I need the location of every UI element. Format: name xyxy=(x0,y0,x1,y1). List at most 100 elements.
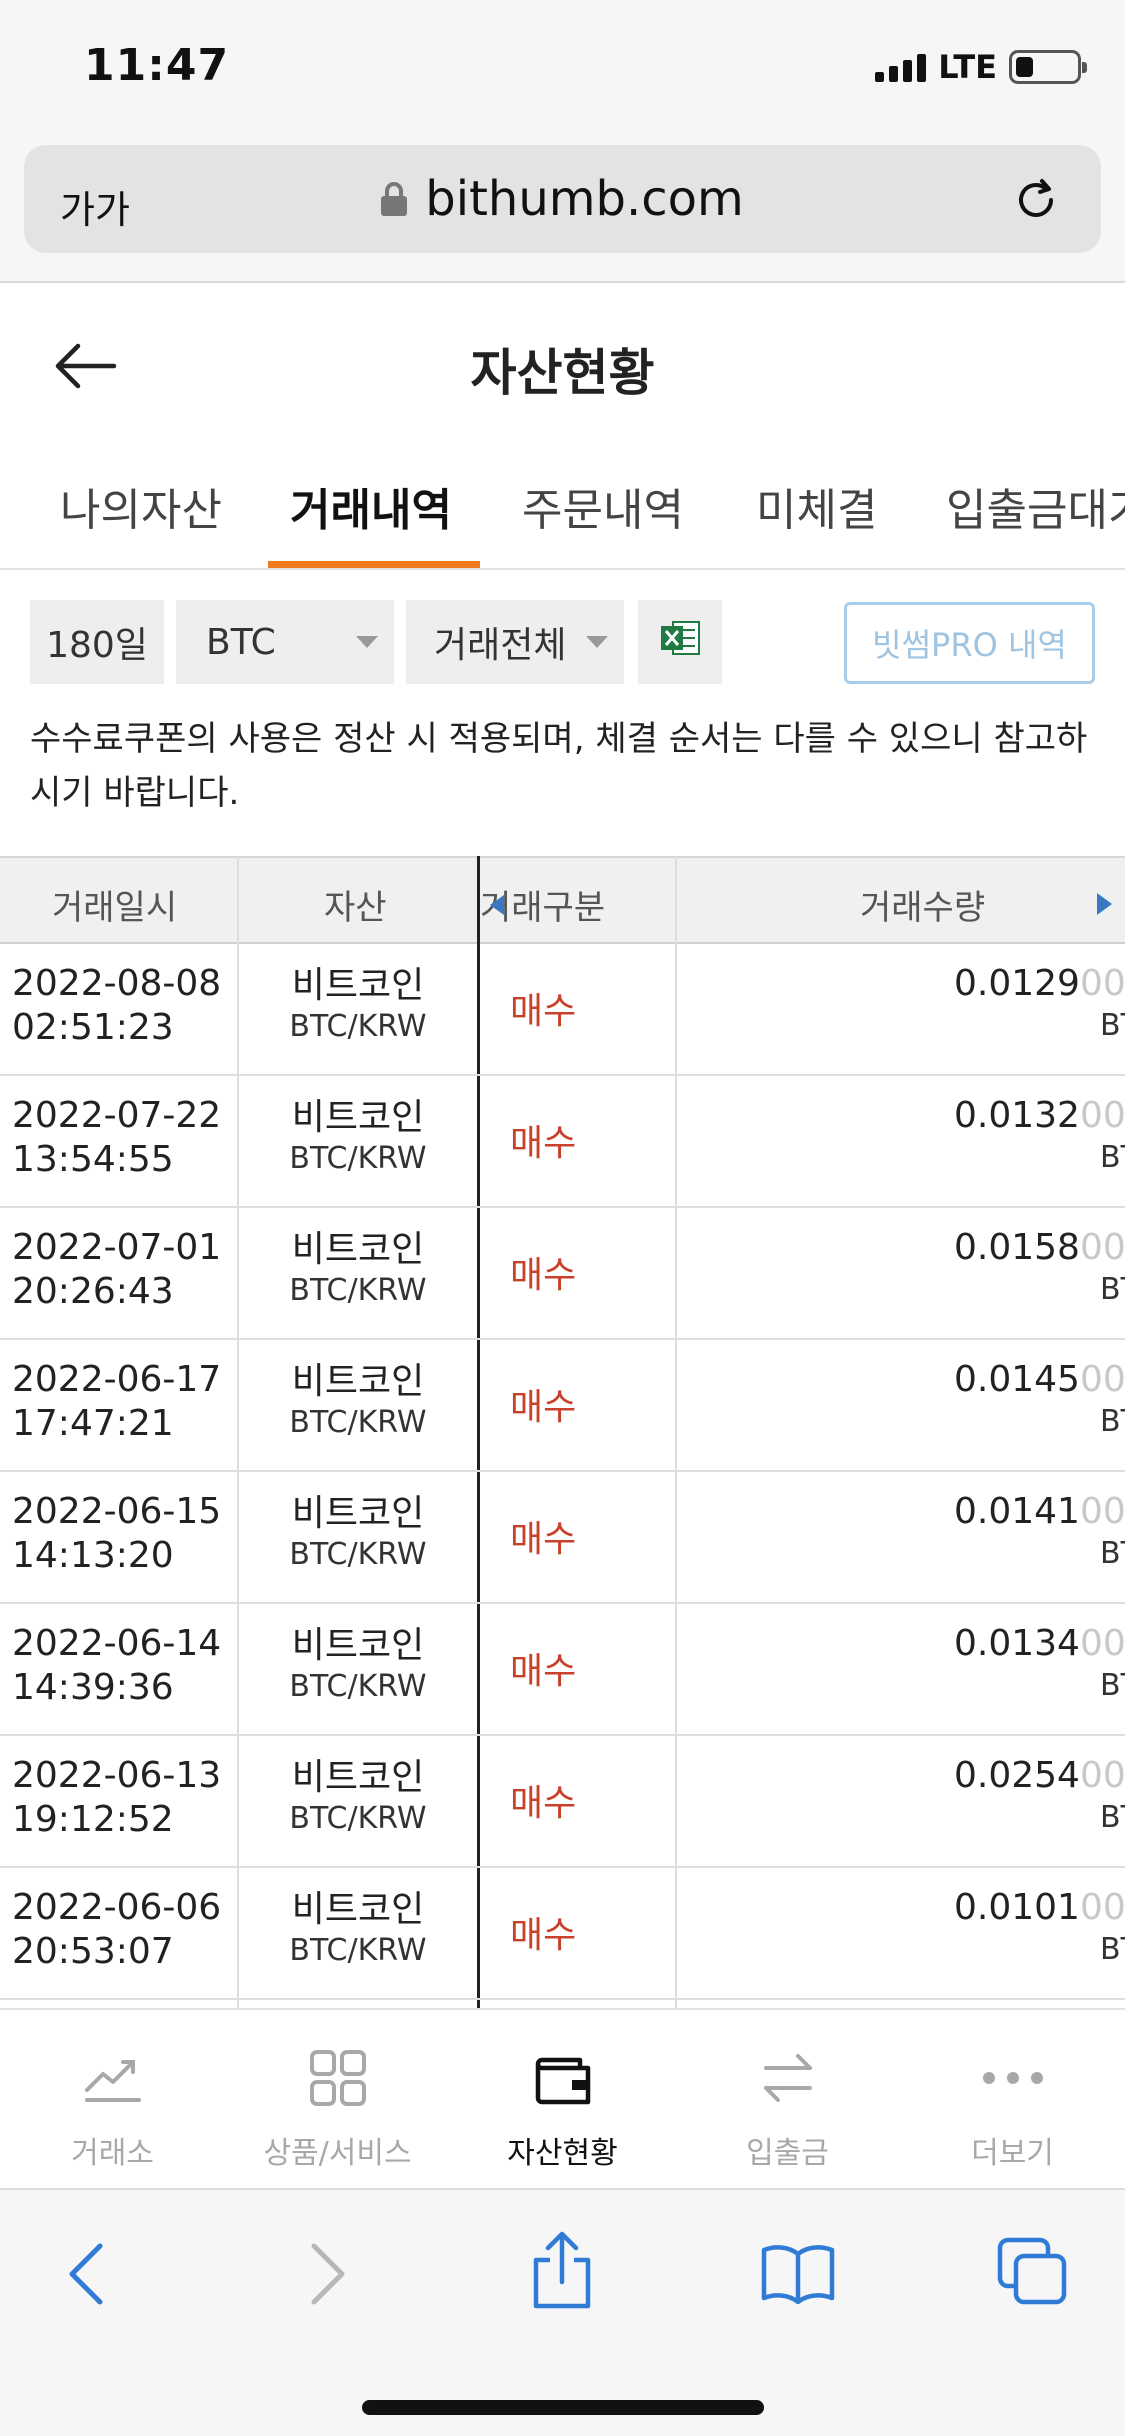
nav-exchange-label: 거래소 xyxy=(71,2136,154,2171)
browser-toolbar xyxy=(0,2188,1125,2436)
asset-pair: BTC/KRW xyxy=(289,1141,427,1176)
table-row[interactable]: 2022-07-2213:54:55비트코인BTC/KRW매수0.0132000… xyxy=(0,1076,1125,1208)
trade-type-select[interactable]: 거래전체 xyxy=(406,600,624,684)
address-bar[interactable]: 가가 bithumb.com xyxy=(24,145,1101,253)
trade-datetime: 2022-07-22 13:54:55 xyxy=(12,1094,221,1182)
tab-deposit-withdraw-pending[interactable]: 입출금대기 xyxy=(946,474,1125,538)
trade-time: 17:47:21 xyxy=(12,1403,174,1444)
nav-exchange[interactable]: 거래소 xyxy=(0,2046,225,2172)
asset-pair: BTC/KRW xyxy=(289,1669,427,1704)
home-indicator xyxy=(362,2400,764,2415)
quantity-trailing-zeros: 000 xyxy=(1079,1095,1125,1136)
trade-quantity: 0.0145000 xyxy=(954,1358,1125,1402)
asset-pair: BTC/KRW xyxy=(289,1933,427,1968)
trade-asset: 비트코인 BTC/KRW xyxy=(238,1492,478,1574)
quantity-trailing-zeros: 000 xyxy=(1079,1623,1125,1664)
tabs-icon[interactable] xyxy=(996,2236,1068,2310)
asset-pair: BTC/KRW xyxy=(289,1009,427,1044)
trade-time: 20:53:07 xyxy=(12,1931,174,1972)
scroll-right-icon[interactable] xyxy=(1097,893,1112,915)
browser-back-icon[interactable] xyxy=(66,2242,106,2310)
trade-time: 13:54:55 xyxy=(12,1139,174,1180)
trade-quantity: 0.0158000 xyxy=(954,1226,1125,1270)
nav-assets[interactable]: 자산현황 xyxy=(450,2046,675,2172)
more-dots-icon xyxy=(900,2046,1125,2110)
trade-datetime: 2022-06-14 14:39:36 xyxy=(12,1622,221,1710)
table-row[interactable]: 2022-06-1514:13:20비트코인BTC/KRW매수0.0141000… xyxy=(0,1472,1125,1604)
trade-type: 매수 xyxy=(510,1651,577,1692)
trade-date: 2022-06-06 xyxy=(12,1887,222,1928)
chevron-down-icon xyxy=(586,636,608,648)
trade-asset: 비트코인 BTC/KRW xyxy=(238,1096,478,1178)
scroll-left-icon[interactable] xyxy=(490,895,504,915)
trade-time: 02:51:23 xyxy=(12,1007,174,1048)
trade-asset: 비트코인 BTC/KRW xyxy=(238,964,478,1046)
quantity-trailing-zeros: 000 xyxy=(1079,1491,1125,1532)
trade-date: 2022-07-22 xyxy=(12,1095,222,1136)
share-icon[interactable] xyxy=(530,2230,594,2314)
battery-icon xyxy=(1009,50,1087,84)
nav-deposit-withdraw[interactable]: 입출금 xyxy=(675,2046,900,2172)
url-display[interactable]: bithumb.com xyxy=(24,171,1101,227)
asset-name: 비트코인 xyxy=(291,965,425,1006)
wallet-icon xyxy=(450,2046,675,2110)
quantity-unit: BT xyxy=(1100,1008,1125,1043)
trade-type: 매수 xyxy=(510,1387,577,1428)
table-row[interactable]: 2022-07-0120:26:43비트코인BTC/KRW매수0.0158000… xyxy=(0,1208,1125,1340)
trade-datetime: 2022-06-06 20:53:07 xyxy=(12,1886,221,1974)
trade-time: 19:12:52 xyxy=(12,1799,174,1840)
tab-trade-history[interactable]: 거래내역 xyxy=(290,474,452,538)
battery-level xyxy=(1016,57,1034,77)
trade-datetime: 2022-06-15 14:13:20 xyxy=(12,1490,221,1578)
quantity-trailing-zeros: 000 xyxy=(1079,1227,1125,1268)
trade-type: 매수 xyxy=(510,1255,577,1296)
filter-bar: 180일 BTC 거래전체 빗썸PRO 내역 xyxy=(0,600,1125,686)
table-row[interactable]: 2022-06-1319:12:52비트코인BTC/KRW매수0.0254000… xyxy=(0,1736,1125,1868)
coin-select[interactable]: BTC xyxy=(176,600,394,684)
table-header: 거래일시 자산 거래구분 거래수량 xyxy=(0,856,1125,944)
trade-quantity: 0.0129000 xyxy=(954,962,1125,1006)
browser-forward-icon[interactable] xyxy=(308,2242,348,2310)
asset-name: 비트코인 xyxy=(291,1229,425,1270)
bithumb-pro-history-button[interactable]: 빗썸PRO 내역 xyxy=(844,602,1095,684)
bookmarks-icon[interactable] xyxy=(760,2242,836,2308)
quantity-value: 0.0129 xyxy=(954,963,1080,1004)
trade-asset: 비트코인 BTC/KRW xyxy=(238,1360,478,1442)
table-row[interactable]: 2022-06-0620:53:07비트코인BTC/KRW매수0.0101000… xyxy=(0,1868,1125,2000)
table-row[interactable]: 2022-06-1414:39:36 비트코인BTC/KRW 매수 0.0134000… xyxy=(0,1604,1125,1736)
tab-order-history[interactable]: 주문내역 xyxy=(522,474,684,538)
trade-type: 매수 xyxy=(510,1123,577,1164)
signal-icon xyxy=(875,52,927,82)
nav-assets-label: 자산현황 xyxy=(507,2136,618,2171)
quantity-value: 0.0101 xyxy=(954,1887,1080,1928)
nav-products-label: 상품/서비스 xyxy=(263,2136,412,2171)
chevron-down-icon xyxy=(356,636,378,648)
table-row[interactable]: 2022-08-0802:51:23비트코인BTC/KRW매수0.0129000… xyxy=(0,944,1125,1076)
tab-unfilled[interactable]: 미체결 xyxy=(756,474,877,538)
reload-icon[interactable] xyxy=(1011,175,1061,229)
trade-type: 매수 xyxy=(510,1519,577,1560)
nav-products[interactable]: 상품/서비스 xyxy=(225,2046,450,2172)
fee-coupon-notice: 수수료쿠폰의 사용은 정산 시 적용되며, 체결 순서는 다를 수 있으니 참고… xyxy=(30,719,1088,813)
asset-name: 비트코인 xyxy=(291,1361,425,1402)
asset-pair: BTC/KRW xyxy=(289,1537,427,1572)
trade-type: 매수 xyxy=(510,991,577,1032)
quantity-value: 0.0134 xyxy=(954,1623,1080,1664)
table-row[interactable]: 2022-06-1717:47:21비트코인BTC/KRW매수0.0145000… xyxy=(0,1340,1125,1472)
transfer-arrows-icon xyxy=(675,2046,900,2110)
excel-export-button[interactable] xyxy=(638,600,722,684)
trade-date: 2022-06-15 xyxy=(12,1491,222,1532)
trade-asset: 비트코인 BTC/KRW xyxy=(238,1888,478,1970)
trade-datetime: 2022-06-13 19:12:52 xyxy=(12,1754,221,1842)
trade-time: 14:13:20 xyxy=(12,1535,174,1576)
period-filter[interactable]: 180일 xyxy=(30,600,164,684)
page-header: 자산현황 xyxy=(0,283,1125,448)
quantity-unit: BT xyxy=(1100,1668,1125,1703)
asset-name: 비트코인 xyxy=(291,1493,425,1534)
asset-name: 비트코인 xyxy=(291,1625,425,1666)
asset-name: 비트코인 xyxy=(291,1757,425,1798)
asset-name: 비트코인 xyxy=(291,1889,425,1930)
nav-more-label: 더보기 xyxy=(971,2136,1054,2171)
nav-more[interactable]: 더보기 xyxy=(900,2046,1125,2172)
tab-my-assets[interactable]: 나의자산 xyxy=(60,474,222,538)
